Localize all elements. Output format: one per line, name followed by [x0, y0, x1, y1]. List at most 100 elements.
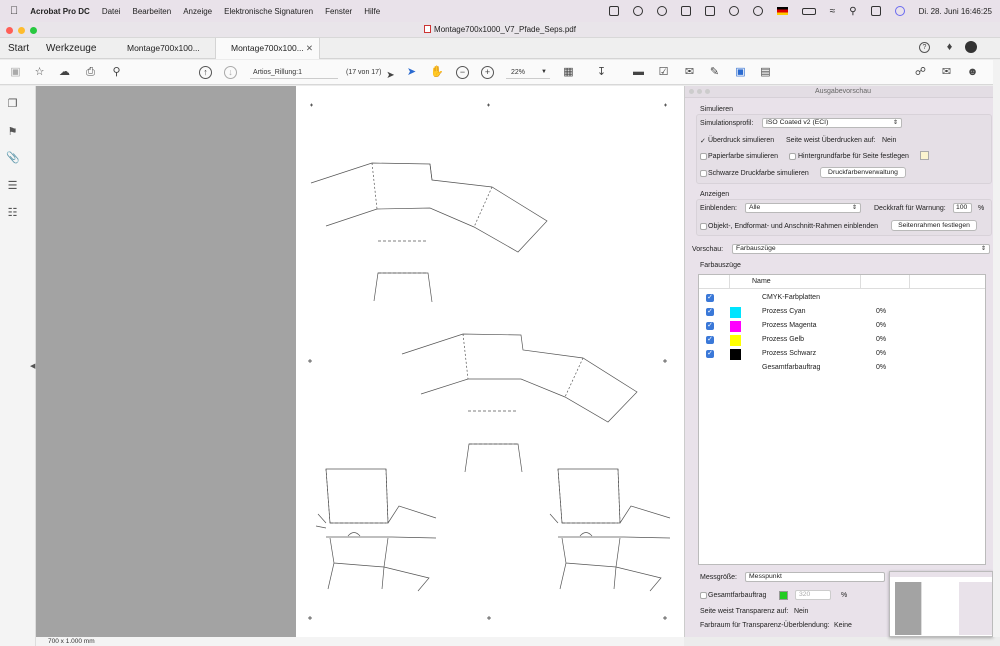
dieline-drawing [308, 103, 671, 620]
add-user-icon[interactable]: ☻ [966, 66, 979, 79]
page-label-input[interactable]: Artios_Rillung:1 [250, 66, 338, 79]
ink-manager-button[interactable]: Druckfarbenverwaltung [820, 167, 906, 178]
security-lock-icon[interactable]: ☷ [6, 207, 19, 220]
next-page-icon[interactable]: ↓ [224, 66, 237, 79]
separation-row-cyan[interactable]: ✓ Prozess Cyan 0% [699, 305, 985, 319]
screen-share-icon[interactable] [704, 6, 715, 16]
menu-fenster[interactable]: Fenster [325, 7, 352, 16]
separation-row-magenta[interactable]: ✓ Prozess Magenta 0% [699, 319, 985, 333]
column-name-header[interactable]: Name [752, 278, 771, 285]
link-share-icon[interactable]: ☍ [914, 66, 927, 79]
previous-page-icon[interactable]: ↑ [199, 66, 212, 79]
user-avatar[interactable] [965, 41, 977, 53]
total-ink-checkbox[interactable] [700, 592, 707, 599]
frames-checkbox[interactable] [700, 223, 707, 230]
help-icon[interactable]: ? [919, 42, 930, 53]
expand-pane-arrow-icon[interactable]: ◀ [30, 362, 35, 370]
menu-app-name[interactable]: Acrobat Pro DC [30, 7, 90, 16]
magenta-checkbox[interactable]: ✓ [706, 322, 714, 330]
zoom-in-icon[interactable]: + [481, 66, 494, 79]
window-scrollbar[interactable] [993, 60, 1000, 637]
pen-draw-icon[interactable]: ✎ [708, 66, 721, 79]
zoom-level-value: 22% [511, 69, 526, 76]
page-thumbnails-icon[interactable]: ❐ [6, 98, 19, 111]
fill-sign-icon[interactable]: ☑ [657, 66, 670, 79]
zoom-level-select[interactable]: 22% ▼ [506, 66, 550, 79]
control-center-icon[interactable] [870, 6, 881, 16]
cyan-checkbox[interactable]: ✓ [706, 308, 714, 316]
overprint-checkmark-icon[interactable]: ✓ [700, 137, 706, 145]
measure-ruler-icon[interactable]: ▬ [632, 66, 645, 79]
menubar-clock[interactable]: Di. 28. Juni 16:46:25 [919, 7, 992, 16]
menu-anzeige[interactable]: Anzeige [183, 7, 212, 16]
black-ink-checkbox[interactable] [700, 170, 707, 177]
paper-color-label: Papierfarbe simulieren [708, 153, 779, 160]
zoom-out-icon[interactable]: − [456, 66, 469, 79]
warning-opacity-input[interactable]: 100 [953, 203, 972, 213]
attachments-icon[interactable]: 📎 [6, 152, 20, 165]
bg-color-swatch[interactable] [920, 151, 929, 160]
spotlight-search-icon[interactable]: ⚲ [849, 6, 856, 17]
blend-space-label: Farbraum für Transparenz-Überblendung: [700, 622, 830, 629]
measure-select[interactable]: Messpunkt [745, 572, 885, 582]
preview-select[interactable]: Farbauszüge ⇕ [732, 244, 990, 254]
menu-hilfe[interactable]: Hilfe [364, 7, 380, 16]
panel-minimize-button[interactable] [697, 89, 702, 94]
tab-tools[interactable]: Werkzeuge [46, 38, 96, 59]
paper-color-checkbox[interactable] [700, 153, 707, 160]
comment-icon[interactable]: ✉ [683, 66, 696, 79]
separation-row-yellow[interactable]: ✓ Prozess Gelb 0% [699, 333, 985, 347]
close-tab-icon[interactable]: ✕ [306, 38, 313, 59]
separation-value: 0% [876, 350, 887, 357]
separation-row-cmyk[interactable]: ✓ CMYK-Farbplatten [699, 291, 985, 305]
simulation-profile-select[interactable]: ISO Coated v2 (ECI) ⇕ [762, 118, 902, 128]
set-page-boxes-button[interactable]: Seitenrahmen festlegen [891, 220, 977, 231]
hexagon-icon[interactable] [656, 6, 667, 16]
bookmarks-icon[interactable]: ⚑ [6, 126, 19, 139]
save-icon[interactable]: ▣ [9, 66, 22, 79]
select-tool-icon[interactable]: ➤ [405, 66, 418, 79]
email-icon[interactable]: ✉ [940, 66, 953, 79]
apple-menu-icon[interactable]:  [10, 5, 18, 17]
panel-close-button[interactable] [689, 89, 694, 94]
total-ink-swatch[interactable] [779, 591, 788, 600]
bookmark-star-icon[interactable]: ☆ [33, 66, 46, 79]
separation-row-black[interactable]: ✓ Prozess Schwarz 0% [699, 347, 985, 361]
cloud-upload-icon[interactable]: ☁ [58, 66, 71, 79]
creative-cloud-icon[interactable] [632, 6, 643, 16]
layers-icon[interactable]: ☰ [6, 180, 19, 193]
bluetooth-icon[interactable] [680, 6, 691, 16]
tab-document-1[interactable]: Montage700x100... [127, 38, 200, 59]
play-icon[interactable] [752, 6, 763, 16]
page-display-icon[interactable]: ▦ [562, 66, 575, 79]
print-icon[interactable]: ⎙ [84, 66, 97, 79]
tab-start[interactable]: Start [8, 38, 29, 59]
panel-zoom-button[interactable] [705, 89, 710, 94]
scroll-mode-icon[interactable]: ↧ [595, 66, 608, 79]
menu-bearbeiten[interactable]: Bearbeiten [133, 7, 172, 16]
yellow-checkbox[interactable]: ✓ [706, 336, 714, 344]
flag-de-icon[interactable] [776, 7, 788, 15]
pdf-page[interactable] [296, 86, 684, 637]
siri-icon[interactable] [894, 6, 905, 16]
menu-datei[interactable]: Datei [102, 7, 121, 16]
black-checkbox[interactable]: ✓ [706, 350, 714, 358]
hand-tool-icon[interactable]: ✋ [430, 66, 444, 79]
status-app-icon[interactable] [608, 6, 619, 16]
separation-row-total[interactable]: Gesamtfarbauftrag 0% [699, 361, 985, 375]
edit-pdf-icon[interactable]: ▣ [734, 66, 747, 79]
total-ink-input[interactable]: 320 [795, 590, 831, 600]
bg-color-checkbox[interactable] [789, 153, 796, 160]
simulation-profile-value: ISO Coated v2 (ECI) [766, 119, 829, 126]
time-machine-icon[interactable] [728, 6, 739, 16]
export-pdf-icon[interactable]: ▤ [759, 66, 772, 79]
show-select[interactable]: Alle ⇕ [745, 203, 861, 213]
menu-signaturen[interactable]: Elektronische Signaturen [224, 7, 313, 16]
cmyk-checkbox[interactable]: ✓ [706, 294, 714, 302]
notifications-bell-icon[interactable]: ♦ [943, 41, 956, 54]
screenshot-thumbnail[interactable] [889, 571, 993, 637]
tab-document-2[interactable]: Montage700x100... ✕ [215, 38, 320, 59]
wifi-icon[interactable]: ≈ [830, 6, 836, 17]
battery-icon[interactable] [801, 7, 816, 15]
zoom-search-icon[interactable]: ⚲ [110, 66, 123, 79]
